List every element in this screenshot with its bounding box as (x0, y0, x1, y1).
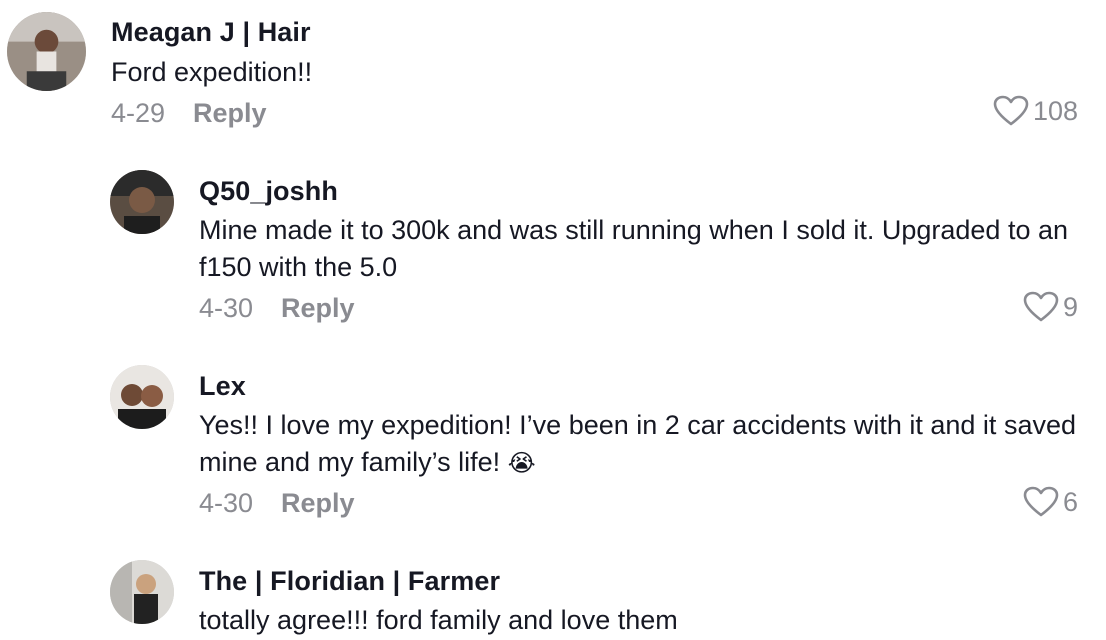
comment-item: Lex Yes!! I love my expedition! I’ve bee… (0, 345, 1106, 535)
like-button[interactable]: 6 (1023, 486, 1078, 518)
comment-text-content: Yes!! I love my expedition! I’ve been in… (199, 410, 1076, 477)
like-count: 9 (1062, 291, 1078, 322)
comment-item: Q50_joshh Mine made it to 300k and was s… (0, 150, 1106, 340)
crying-emoji: 😭 (507, 450, 536, 477)
comment-meta: 4-30 Reply (199, 293, 355, 324)
comment-text: Mine made it to 300k and was still runni… (199, 212, 1089, 286)
comment-text-content: Ford expedition!! (111, 57, 313, 87)
comment-text-content: Mine made it to 300k and was still runni… (199, 215, 1068, 282)
comment-username[interactable]: The | Floridian | Farmer (199, 566, 500, 597)
avatar[interactable] (110, 170, 174, 234)
comment-text: Ford expedition!! (111, 54, 312, 91)
reply-button[interactable]: Reply (281, 293, 355, 323)
like-button[interactable]: 9 (1023, 291, 1078, 323)
like-button[interactable]: 108 (993, 95, 1078, 127)
comment-text-content: totally agree!!! ford family and love th… (199, 605, 678, 635)
reply-button[interactable]: Reply (281, 488, 355, 518)
like-count: 108 (1032, 95, 1078, 126)
avatar[interactable] (110, 560, 174, 624)
comment-text: Yes!! I love my expedition! I’ve been in… (199, 407, 1089, 482)
reply-button[interactable]: Reply (193, 98, 267, 128)
heart-outline-icon (1023, 486, 1059, 518)
heart-outline-icon (993, 95, 1029, 127)
comment-meta: 4-29 Reply (111, 98, 267, 129)
comment-date: 4-29 (111, 98, 166, 128)
comment-username[interactable]: Lex (199, 371, 246, 402)
comment-date: 4-30 (199, 293, 254, 323)
comment-date: 4-30 (199, 488, 254, 518)
like-count: 6 (1062, 486, 1078, 517)
heart-outline-icon (1023, 291, 1059, 323)
comment-meta: 4-30 Reply (199, 488, 355, 519)
avatar[interactable] (110, 365, 174, 429)
comment-item: Meagan J | Hair Ford expedition!! 4-29 Re… (0, 0, 1106, 140)
comment-username[interactable]: Q50_joshh (199, 176, 338, 207)
avatar[interactable] (7, 12, 86, 91)
comment-text: totally agree!!! ford family and love th… (199, 602, 1089, 639)
comment-username[interactable]: Meagan J | Hair (111, 17, 311, 48)
comment-item: The | Floridian | Farmer totally agree!!… (0, 540, 1106, 640)
